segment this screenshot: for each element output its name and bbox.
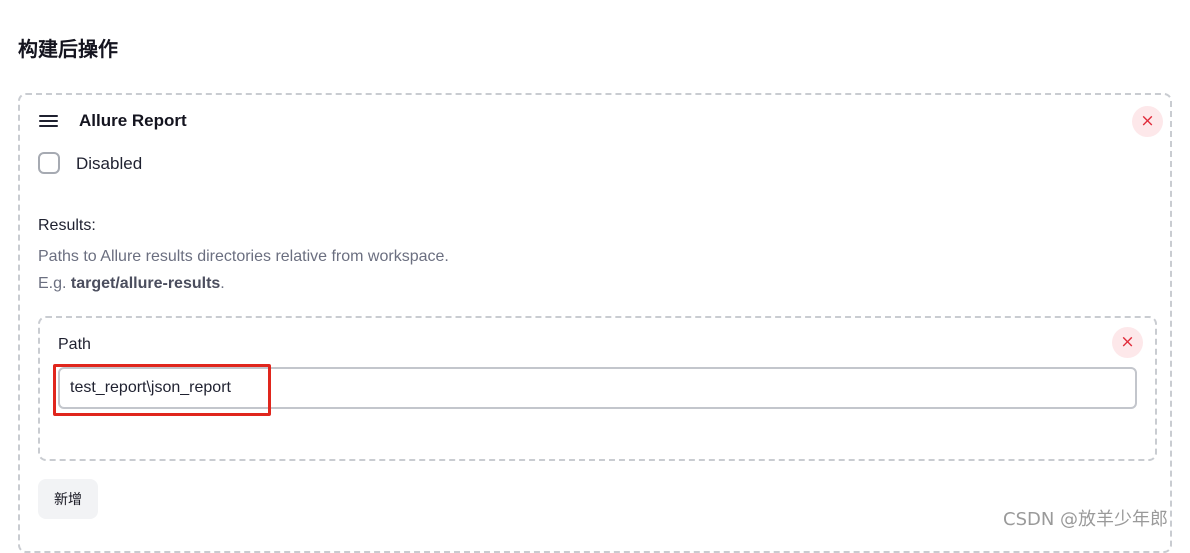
results-help-text: Paths to Allure results directories rela…	[38, 248, 449, 265]
disabled-checkbox[interactable]	[38, 152, 60, 174]
watermark: CSDN @放羊少年郎	[1003, 505, 1169, 531]
help-example-suffix: .	[220, 275, 225, 292]
results-help-example: E.g. target/allure-results.	[38, 275, 225, 293]
help-example-prefix: E.g.	[38, 275, 71, 292]
hamburger-icon[interactable]	[39, 115, 58, 129]
path-input[interactable]	[58, 367, 1137, 409]
delete-path-button[interactable]: ×	[1112, 327, 1143, 358]
delete-step-button[interactable]: ×	[1132, 106, 1163, 137]
step-title: Allure Report	[79, 111, 187, 130]
results-label: Results:	[38, 217, 96, 234]
add-path-button[interactable]: 新增	[38, 479, 98, 519]
disabled-label[interactable]: Disabled	[76, 154, 142, 174]
section-title: 构建后操作	[18, 37, 118, 61]
help-example-value: target/allure-results	[70, 275, 221, 292]
path-label: Path	[58, 336, 91, 353]
